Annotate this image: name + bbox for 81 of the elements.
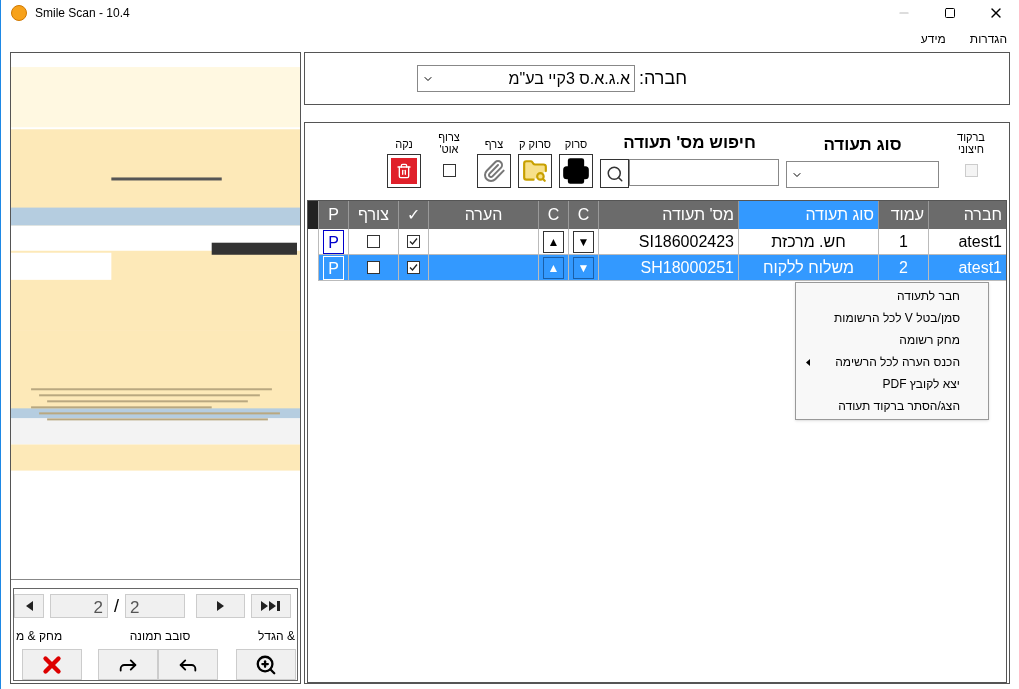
- last-page-icon: [261, 601, 281, 611]
- total-pages-field: 2: [125, 594, 185, 618]
- auto-attach-label: צרוף אוט': [437, 131, 461, 155]
- delete-button[interactable]: [22, 649, 82, 680]
- zoom-button[interactable]: [236, 649, 296, 680]
- checkbox[interactable]: [367, 261, 380, 274]
- check-icon: [409, 237, 418, 246]
- company-select[interactable]: א.ג.א.ס 3קיי בע"מ: [416, 65, 635, 92]
- context-menu-item[interactable]: הצג/הסתר ברקוד תעודה: [796, 395, 988, 417]
- scan-label: סרוק ק: [519, 136, 551, 152]
- table-cell: משלוח ללקוח: [738, 255, 878, 281]
- header-corner: [308, 201, 318, 229]
- submenu-arrow-icon: [806, 358, 810, 366]
- context-menu-item[interactable]: סמן/בטל V לכל הרשומות: [796, 307, 988, 329]
- action-label: & הגדל: [257, 628, 295, 645]
- column-header[interactable]: C: [538, 201, 568, 229]
- action-label: סובב תמונה: [129, 628, 191, 645]
- search-label: חיפוש מס' תעודה: [623, 131, 756, 154]
- trash-icon: [391, 158, 417, 184]
- column-header[interactable]: הערה: [428, 201, 538, 229]
- rotate-left-button[interactable]: [158, 649, 218, 680]
- folder-search-icon: [522, 158, 548, 184]
- previous-button[interactable]: [14, 594, 44, 618]
- context-menu-item[interactable]: חבר לתעודה: [796, 285, 988, 307]
- last-page-button[interactable]: [251, 594, 291, 618]
- search-icon: [605, 164, 624, 183]
- table-cell: חש. מרכזת: [738, 229, 878, 255]
- note-cell[interactable]: [428, 255, 538, 281]
- company-label: חברה:: [638, 67, 688, 90]
- printer-button[interactable]: [559, 154, 593, 188]
- app-logo-icon: [11, 5, 27, 21]
- scan-label: סרוק: [564, 136, 588, 152]
- p-button[interactable]: P: [323, 229, 344, 254]
- checkbox[interactable]: [367, 235, 380, 248]
- column-header[interactable]: חברה: [928, 201, 1006, 229]
- window-title: Smile Scan - 10.4: [35, 5, 130, 22]
- checkbox[interactable]: [407, 235, 420, 248]
- menu-item[interactable]: הגדרות: [969, 30, 1007, 48]
- check-icon: [409, 263, 418, 272]
- maximize-icon: [944, 7, 956, 19]
- column-header[interactable]: ✓: [398, 201, 428, 229]
- column-header[interactable]: צורף: [348, 201, 398, 229]
- zoom-in-icon: [255, 653, 277, 676]
- clear-label: נקה: [395, 136, 413, 152]
- rotate-right-button[interactable]: [98, 649, 158, 680]
- clear-button[interactable]: [387, 154, 421, 188]
- move-up-button[interactable]: ▲: [543, 230, 564, 253]
- doc-type-label: סוג תעודה: [823, 133, 902, 156]
- context-menu-item[interactable]: הכנס הערה לכל הרשימה: [796, 351, 988, 373]
- column-header[interactable]: C: [568, 201, 598, 229]
- left-arrow-icon: [25, 601, 33, 611]
- page-field[interactable]: 2: [50, 594, 108, 618]
- table-cell: 2: [878, 255, 928, 281]
- table-cell: 1: [878, 229, 928, 255]
- context-menu-item[interactable]: יצא לקובץ PDF: [796, 373, 988, 395]
- paperclip-button[interactable]: [477, 154, 511, 188]
- paperclip-icon: [482, 159, 506, 183]
- printer-icon: [562, 157, 590, 185]
- search-field[interactable]: [629, 159, 779, 186]
- right-arrow-icon: [217, 601, 224, 611]
- menu-item[interactable]: מידע: [920, 30, 946, 48]
- barcode-label: ברקוד חיצוני: [956, 131, 986, 155]
- column-header[interactable]: עמוד: [878, 201, 928, 229]
- page-separator: /: [114, 594, 119, 618]
- column-header[interactable]: מס' תעודה: [598, 201, 738, 229]
- checkbox[interactable]: [442, 164, 456, 177]
- table-cell: atest1: [928, 255, 1006, 281]
- note-cell[interactable]: [428, 229, 538, 255]
- table-cell: atest1: [928, 229, 1006, 255]
- next-button[interactable]: [196, 594, 245, 618]
- move-down-button[interactable]: ▼: [573, 230, 594, 253]
- action-label: מחק & מ: [16, 628, 63, 645]
- table-cell: SH18000251: [598, 255, 738, 281]
- scan-label: צרף: [484, 136, 504, 152]
- folder-button[interactable]: [518, 154, 552, 188]
- column-header[interactable]: P: [318, 201, 348, 229]
- checkbox[interactable]: [407, 261, 420, 274]
- context-menu-item[interactable]: מחק רשומה: [796, 329, 988, 351]
- doc-type-select[interactable]: [786, 161, 939, 188]
- table-cell: SI186002423: [598, 229, 738, 255]
- search-button[interactable]: [600, 159, 629, 188]
